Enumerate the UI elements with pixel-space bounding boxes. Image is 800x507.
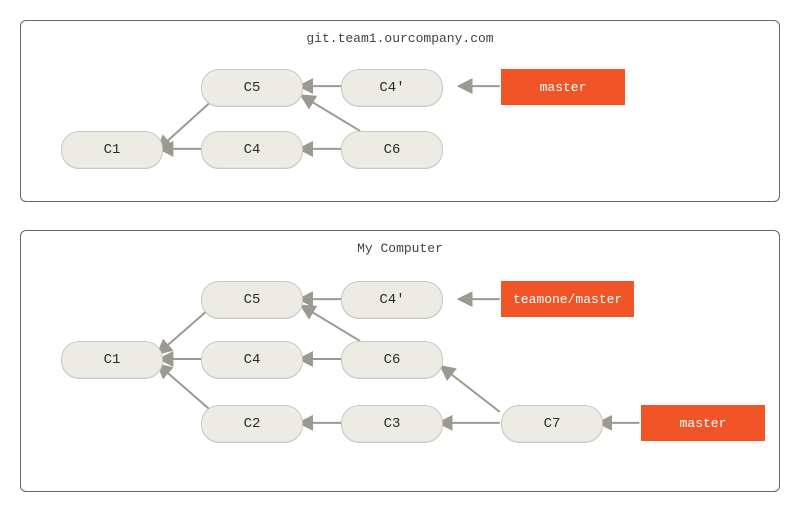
ref-master: master <box>641 405 765 441</box>
commit-c3: C3 <box>341 405 443 443</box>
commit-c6: C6 <box>341 131 443 169</box>
panel-local: My Computer C1 C5 C4 C2 C4' C6 C3 C7 tea… <box>20 230 780 492</box>
ref-teamone-master: teamone/master <box>501 281 634 317</box>
commit-c6: C6 <box>341 341 443 379</box>
panel-remote-title: git.team1.ourcompany.com <box>21 31 779 46</box>
panel-local-title: My Computer <box>21 241 779 256</box>
commit-c7: C7 <box>501 405 603 443</box>
commit-c1: C1 <box>61 341 163 379</box>
commit-c4: C4 <box>201 341 303 379</box>
panel-remote: git.team1.ourcompany.com C1 C5 C4 C6 C4'… <box>20 20 780 202</box>
commit-c4p: C4' <box>341 281 443 319</box>
commit-c4: C4 <box>201 131 303 169</box>
commit-c1: C1 <box>61 131 163 169</box>
commit-c5: C5 <box>201 69 303 107</box>
commit-c5: C5 <box>201 281 303 319</box>
ref-master: master <box>501 69 625 105</box>
edges-remote <box>21 21 779 201</box>
commit-c4p: C4' <box>341 69 443 107</box>
commit-c2: C2 <box>201 405 303 443</box>
